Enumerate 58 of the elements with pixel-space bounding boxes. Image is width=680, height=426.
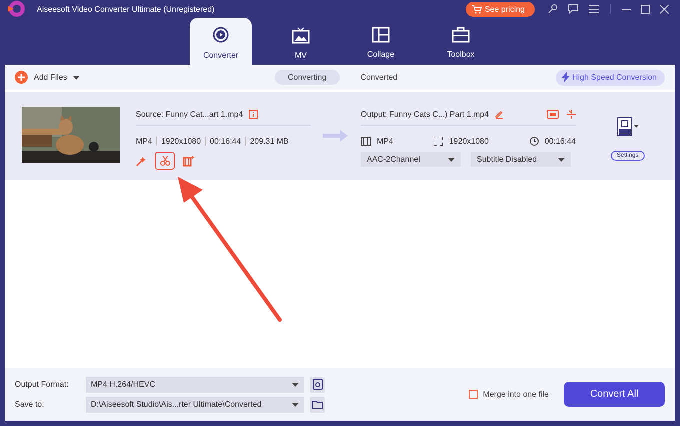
caret-icon <box>73 76 80 80</box>
chat-icon[interactable] <box>568 4 579 14</box>
window-title: Aiseesoft Video Converter Ultimate (Unregistered) <box>37 4 216 14</box>
format-file-icon[interactable] <box>616 117 639 137</box>
merge-checkbox[interactable]: Merge into one file <box>469 390 549 399</box>
collage-icon <box>372 27 390 43</box>
output-format-dropdown[interactable]: MP4 H.264/HEVC <box>86 376 304 392</box>
cart-icon <box>472 4 482 14</box>
subtitle-dropdown[interactable]: Subtitle Disabled <box>471 152 571 167</box>
file-size: 209.31 MB <box>245 136 289 146</box>
source-file-name: Source: Funny Cat...art 1.mp4 <box>136 110 244 118</box>
video-format: MP4 <box>136 136 152 146</box>
pencil-icon[interactable] <box>495 110 504 118</box>
video-duration: 00:16:44 <box>205 136 242 146</box>
tab[interactable]: Collage <box>350 18 412 65</box>
save-to-label: Save to: <box>15 400 46 409</box>
tv-icon <box>292 26 310 44</box>
view-tab[interactable]: Converted <box>348 70 411 85</box>
add-files-button[interactable]: Add Files <box>15 71 80 84</box>
cut-button[interactable] <box>155 152 175 170</box>
dropdown-caret-icon <box>292 382 299 386</box>
convert-all-button[interactable]: Convert All <box>564 382 665 407</box>
subtitle-icon[interactable] <box>547 110 559 118</box>
edit-video-icon[interactable] <box>183 156 195 166</box>
dropdown-caret-icon <box>558 158 565 162</box>
folder-icon[interactable] <box>310 396 325 412</box>
tab[interactable]: Converter <box>190 18 252 65</box>
output-resolution: 1920x1080 <box>449 136 489 146</box>
output-format-label: Output Format: <box>15 380 70 389</box>
arrow-right-icon <box>323 129 349 143</box>
dropdown-caret-icon <box>448 158 455 162</box>
video-resolution: 1920x1080 <box>156 136 202 146</box>
format-settings-icon[interactable] <box>310 376 325 392</box>
menu-icon[interactable] <box>589 4 599 14</box>
info-icon[interactable] <box>249 110 258 118</box>
save-path-dropdown[interactable]: D:\Aiseesoft Studio\Ais...rter Ultimate\Converted <box>86 396 304 412</box>
output-file-name: Output: Funny Cats C...) Part 1.mp4 <box>361 110 490 118</box>
app-logo-icon <box>6 0 26 18</box>
close-icon[interactable] <box>660 4 669 14</box>
maximize-icon[interactable] <box>641 4 650 14</box>
audio-track-dropdown[interactable]: AAC-2Channel <box>361 152 461 167</box>
clock-icon <box>530 136 539 146</box>
dropdown-caret-icon <box>292 402 299 406</box>
magic-wand-icon[interactable] <box>136 156 147 166</box>
split-icon[interactable] <box>567 110 576 118</box>
plus-icon <box>15 71 28 84</box>
tab[interactable]: Toolbox <box>430 18 492 65</box>
output-duration: 00:16:44 <box>544 136 576 146</box>
output-format: MP4 <box>377 136 394 146</box>
high-speed-conversion-button[interactable]: High Speed Conversion <box>556 70 665 86</box>
scissors-icon <box>160 156 170 166</box>
lightning-icon <box>562 72 570 83</box>
toolbox-icon <box>452 27 470 43</box>
film-icon <box>361 136 371 146</box>
view-tab[interactable]: Converting <box>275 70 340 85</box>
expand-icon <box>434 136 444 146</box>
convert-icon <box>212 26 230 44</box>
tab[interactable]: MV <box>270 18 332 65</box>
